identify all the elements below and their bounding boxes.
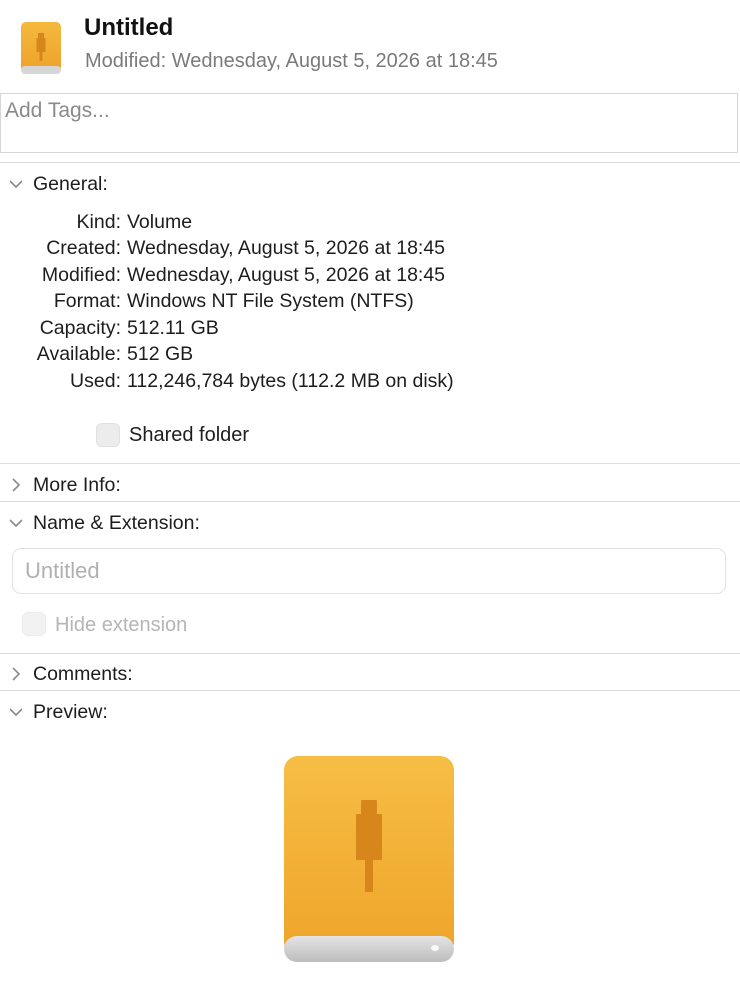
general-row-value: 512 GB xyxy=(127,343,194,365)
tags-input[interactable] xyxy=(5,99,705,123)
shared-folder-label: Shared folder xyxy=(129,424,250,446)
general-row-capacity: Capacity: 512.11 GB xyxy=(0,317,740,343)
shared-folder-checkbox[interactable] xyxy=(96,423,120,447)
section-general-header[interactable]: General: xyxy=(0,170,740,200)
tags-field[interactable] xyxy=(0,93,738,153)
general-row-value: 112,246,784 bytes (112.2 MB on disk) xyxy=(127,370,454,392)
usb-drive-icon xyxy=(21,22,61,74)
general-row-used: Used: 112,246,784 bytes (112.2 MB on dis… xyxy=(0,370,740,396)
general-row-value: Wednesday, August 5, 2026 at 18:45 xyxy=(127,237,446,259)
general-row-label: Modified: xyxy=(41,264,121,286)
general-row-label: Used: xyxy=(70,370,121,392)
chevron-down-icon[interactable] xyxy=(8,704,24,720)
general-row-available: Available: 512 GB xyxy=(0,343,740,369)
name-field[interactable] xyxy=(12,548,726,594)
info-header: Untitled Modified: Wednesday, August 5, … xyxy=(0,0,740,90)
general-row-created: Created: Wednesday, August 5, 2026 at 18… xyxy=(0,237,740,263)
divider xyxy=(0,501,740,502)
general-row-label: Created: xyxy=(46,237,121,259)
section-preview-header[interactable]: Preview: xyxy=(0,698,740,728)
general-row-value: Windows NT File System (NTFS) xyxy=(127,290,414,312)
chevron-right-icon[interactable] xyxy=(8,477,24,493)
divider xyxy=(0,690,740,691)
hide-extension-checkbox[interactable] xyxy=(22,612,46,636)
general-row-kind: Kind: Volume xyxy=(0,211,740,237)
volume-title: Untitled xyxy=(84,14,174,41)
section-general-title: General: xyxy=(33,173,108,195)
chevron-right-icon[interactable] xyxy=(8,666,24,682)
section-name-extension-title: Name & Extension: xyxy=(33,512,200,534)
section-comments-title: Comments: xyxy=(33,663,133,685)
chevron-down-icon[interactable] xyxy=(8,176,24,192)
hide-extension-label: Hide extension xyxy=(55,614,188,636)
general-row-value: Volume xyxy=(127,211,193,233)
usb-drive-icon xyxy=(284,756,454,962)
section-more-info-header[interactable]: More Info: xyxy=(0,471,740,501)
section-name-extension-header[interactable]: Name & Extension: xyxy=(0,509,740,539)
general-row-label: Kind: xyxy=(76,211,121,233)
divider xyxy=(0,463,740,464)
general-row-label: Available: xyxy=(36,343,121,365)
divider xyxy=(0,653,740,654)
general-row-label: Format: xyxy=(53,290,121,312)
general-row-value: 512.11 GB xyxy=(127,317,219,339)
name-input[interactable] xyxy=(25,558,705,584)
header-modified-label: Modified: xyxy=(85,50,167,72)
header-modified: Modified: Wednesday, August 5, 2026 at 1… xyxy=(85,50,498,73)
general-row-label: Capacity: xyxy=(39,317,121,339)
divider xyxy=(0,162,740,163)
header-modified-value: Wednesday, August 5, 2026 at 18:45 xyxy=(171,50,498,72)
general-row-modified: Modified: Wednesday, August 5, 2026 at 1… xyxy=(0,264,740,290)
section-comments-header[interactable]: Comments: xyxy=(0,660,740,690)
general-row-value: Wednesday, August 5, 2026 at 18:45 xyxy=(127,264,446,286)
general-row-format: Format: Windows NT File System (NTFS) xyxy=(0,290,740,316)
section-more-info-title: More Info: xyxy=(33,474,121,496)
section-preview-title: Preview: xyxy=(33,701,108,723)
chevron-down-icon[interactable] xyxy=(8,515,24,531)
